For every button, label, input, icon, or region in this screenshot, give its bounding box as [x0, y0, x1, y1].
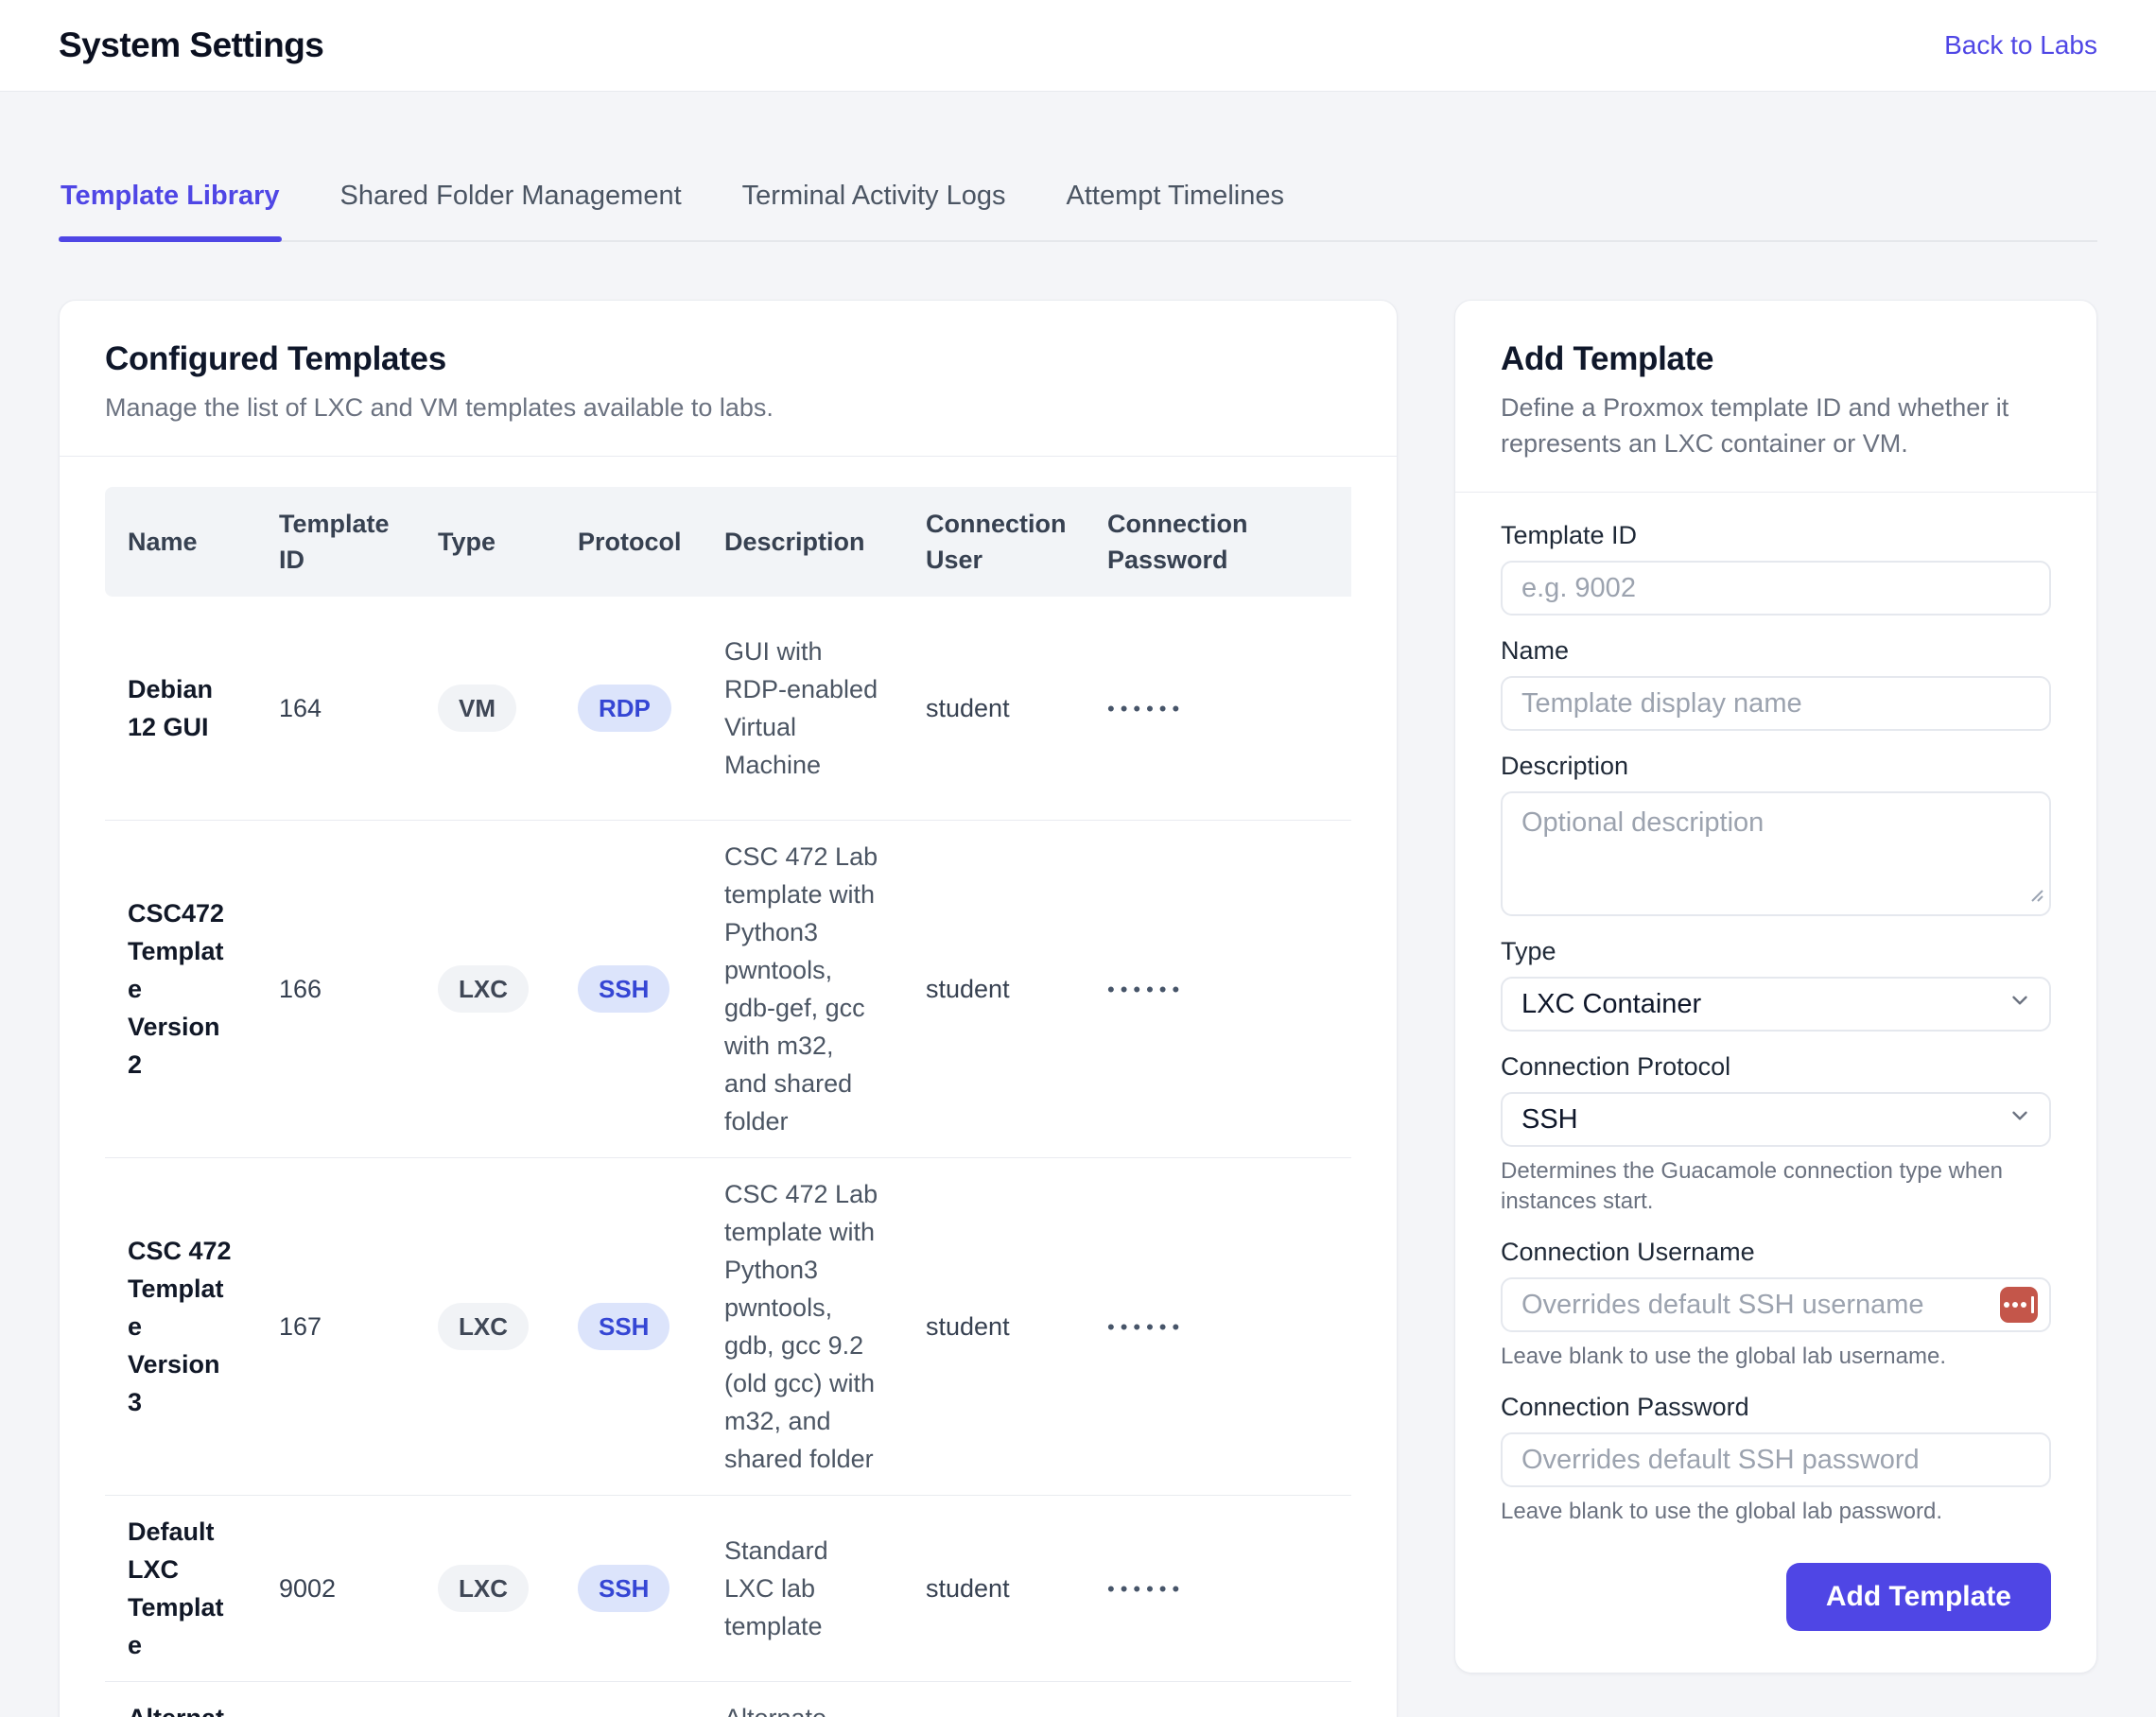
template-description: Alternate: [702, 1682, 903, 1717]
back-to-labs-link[interactable]: Back to Labs: [1944, 30, 2097, 61]
template-description: CSC 472 Lab template with Python3 pwntoo…: [702, 1158, 903, 1496]
connection-protocol-label: Connection Protocol: [1501, 1052, 2051, 1081]
template-description: Standard LXC lab template: [702, 1496, 903, 1682]
template-id: 166: [256, 821, 415, 1158]
password-help-text: Leave blank to use the global lab passwo…: [1501, 1497, 2051, 1527]
chevron-down-icon: [2008, 988, 2032, 1020]
tab-terminal-activity-logs[interactable]: Terminal Activity Logs: [740, 181, 1008, 240]
resize-handle-icon[interactable]: [2028, 887, 2043, 907]
type-select[interactable]: LXC Container: [1501, 977, 2051, 1032]
connection-username-field[interactable]: [1501, 1277, 2051, 1332]
template-id: 164: [256, 597, 415, 821]
name-label: Name: [1501, 636, 2051, 665]
protocol-badge: RDP: [578, 685, 671, 732]
column-header-description: Description: [702, 487, 903, 597]
username-help-text: Leave blank to use the global lab userna…: [1501, 1342, 2051, 1372]
template-description: CSC 472 Lab template with Python3 pwntoo…: [702, 821, 903, 1158]
templates-table: Name Template ID Type Protocol Descripti…: [105, 487, 1351, 1717]
template-name: Debian 12 GUI: [105, 597, 256, 821]
type-label: Type: [1501, 937, 2051, 965]
connection-user: student: [903, 1496, 1085, 1682]
type-badge: LXC: [438, 965, 529, 1013]
table-row: CSC 472 Template Version 3 167 LXC SSH C…: [105, 1158, 1351, 1496]
add-template-subtitle: Define a Proxmox template ID and whether…: [1501, 390, 2051, 461]
template-id: 9002: [256, 1496, 415, 1682]
type-badge: LXC: [438, 1303, 529, 1350]
template-name: CSC472 Template Version 2: [105, 821, 256, 1158]
template-id-label: Template ID: [1501, 521, 2051, 549]
table-row: Default LXC Template 9002 LXC SSH Standa…: [105, 1496, 1351, 1682]
table-row: Debian 12 GUI 164 VM RDP GUI with RDP-en…: [105, 597, 1351, 821]
template-id: 167: [256, 1158, 415, 1496]
type-select-value: LXC Container: [1521, 989, 1701, 1020]
connection-password-field[interactable]: [1501, 1432, 2051, 1487]
table-row: CSC472 Template Version 2 166 LXC SSH CS…: [105, 821, 1351, 1158]
add-template-form: Template ID Name Description: [1455, 493, 2096, 1673]
add-template-title: Add Template: [1501, 340, 2051, 378]
description-field[interactable]: [1501, 791, 2051, 916]
protocol-badge: SSH: [578, 1565, 669, 1612]
table-row: Alternate LXC SSH Alternate Delete: [105, 1682, 1351, 1717]
tab-attempt-timelines[interactable]: Attempt Timelines: [1064, 181, 1285, 240]
add-template-card: Add Template Define a Proxmox template I…: [1454, 300, 2097, 1674]
connection-user: [903, 1682, 1085, 1717]
description-label: Description: [1501, 752, 2051, 780]
template-name: Alternate: [105, 1682, 256, 1717]
configured-templates-subtitle: Manage the list of LXC and VM templates …: [105, 390, 1351, 425]
template-name: CSC 472 Template Version 3: [105, 1158, 256, 1496]
tab-shared-folder-management[interactable]: Shared Folder Management: [339, 181, 684, 240]
connection-user: student: [903, 821, 1085, 1158]
column-header-actions: [1319, 487, 1351, 597]
template-id-field[interactable]: [1501, 561, 2051, 616]
password-mask: ••••••: [1107, 1577, 1185, 1601]
autofill-extension-icon[interactable]: [2000, 1287, 2038, 1323]
configured-templates-card: Configured Templates Manage the list of …: [59, 300, 1398, 1717]
type-badge: LXC: [438, 1565, 529, 1612]
template-name: Default LXC Template: [105, 1496, 256, 1682]
settings-tabs: Template Library Shared Folder Managemen…: [59, 181, 2097, 242]
table-header-row: Name Template ID Type Protocol Descripti…: [105, 487, 1351, 597]
column-header-connection-user: Connection User: [903, 487, 1085, 597]
name-field[interactable]: [1501, 676, 2051, 731]
configured-templates-title: Configured Templates: [105, 340, 1351, 378]
protocol-help-text: Determines the Guacamole connection type…: [1501, 1156, 2051, 1217]
type-badge: VM: [438, 685, 516, 732]
connection-protocol-value: SSH: [1521, 1104, 1578, 1136]
protocol-badge: SSH: [578, 965, 669, 1013]
tab-template-library[interactable]: Template Library: [59, 181, 282, 240]
column-header-protocol: Protocol: [555, 487, 702, 597]
connection-user: student: [903, 1158, 1085, 1496]
template-id: [256, 1682, 415, 1717]
password-mask: ••••••: [1107, 1315, 1185, 1339]
templates-table-body: Debian 12 GUI 164 VM RDP GUI with RDP-en…: [105, 597, 1351, 1717]
chevron-down-icon: [2008, 1103, 2032, 1136]
connection-username-label: Connection Username: [1501, 1238, 2051, 1266]
column-header-template-id: Template ID: [256, 487, 415, 597]
page-title: System Settings: [59, 26, 323, 65]
app-header: System Settings Back to Labs: [0, 0, 2156, 92]
password-mask: ••••••: [1107, 697, 1185, 720]
column-header-type: Type: [415, 487, 555, 597]
connection-password-label: Connection Password: [1501, 1393, 2051, 1421]
add-template-button[interactable]: Add Template: [1786, 1563, 2051, 1631]
protocol-badge: SSH: [578, 1303, 669, 1350]
connection-protocol-select[interactable]: SSH: [1501, 1092, 2051, 1147]
column-header-name: Name: [105, 487, 256, 597]
template-description: GUI with RDP-enabled Virtual Machine: [702, 597, 903, 821]
column-header-connection-password: Connection Password: [1085, 487, 1319, 597]
password-mask: ••••••: [1107, 978, 1185, 1001]
connection-user: student: [903, 597, 1085, 821]
